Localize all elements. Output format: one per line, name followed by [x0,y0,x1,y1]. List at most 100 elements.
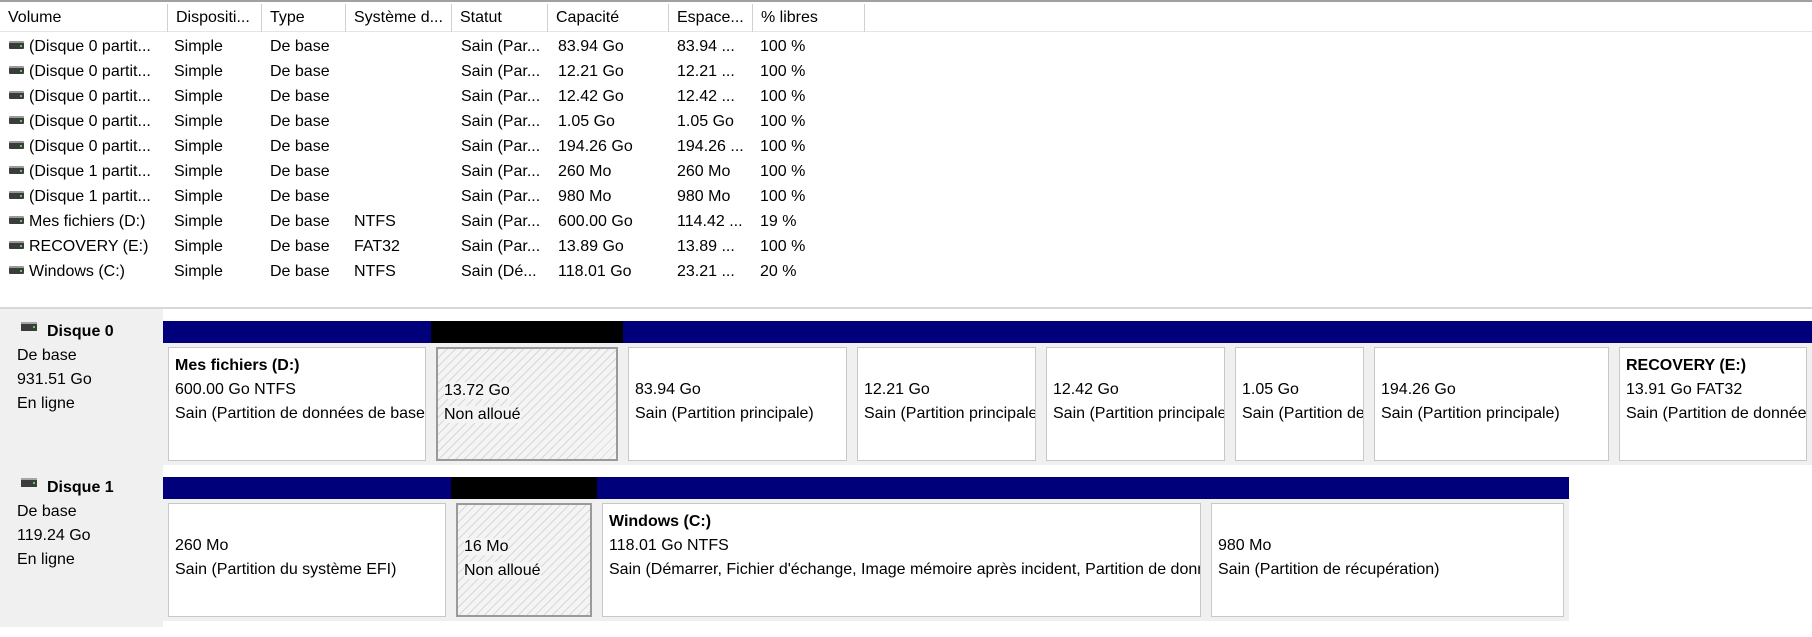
partition-details: RECOVERY (E:) 13.91 Go FAT32 Sain (Partiti… [1619,347,1807,461]
drive-icon [9,266,24,274]
cell-layout: Simple [174,63,223,80]
drive-icon [9,91,24,99]
partition-status: Non alloué [444,406,521,423]
partition-size: 13.91 Go FAT32 [1626,381,1743,398]
partition-details: 194.26 Go Sain (Partition principale) [1374,347,1609,461]
partition-size: 118.01 Go NTFS [609,537,729,554]
volume-row[interactable]: RECOVERY (E:) Simple De base FAT32 Sain (Par… [0,234,1812,259]
partition-block[interactable]: Windows (C:) 118.01 Go NTFS Sain (Démarrer… [597,477,1206,621]
disk-size: 119.24 Go [17,527,91,544]
column-header-type[interactable]: Type [262,4,346,32]
cell-layout: Simple [174,163,223,180]
partition-block[interactable]: 260 Mo Sain (Partition du système EFI) [163,477,451,621]
partition-name [635,354,846,378]
cell-filesystem: NTFS [354,263,396,280]
cell-status: Sain (Par... [461,88,541,105]
volume-row[interactable]: Windows (C:) Simple De base NTFS Sain (Dé...… [0,259,1812,284]
partition-block[interactable]: Mes fichiers (D:) 600.00 Go NTFS Sain (Par… [163,321,431,465]
volume-row[interactable]: (Disque 0 partit... Simple De base Sain (Pa… [0,59,1812,84]
disk-label-0[interactable]: Disque 0 De base 931.51 Go En ligne [0,309,163,473]
volume-row[interactable]: (Disque 0 partit... Simple De base Sain (Pa… [0,134,1812,159]
cell-capacity: 600.00 Go [558,213,633,230]
cell-volume-name: (Disque 0 partit... [29,138,151,155]
volume-row[interactable]: (Disque 0 partit... Simple De base Sain (Pa… [0,34,1812,59]
partition-block[interactable]: 83.94 Go Sain (Partition principale) [623,321,852,465]
cell-free-space: 194.26 ... [677,138,744,155]
partition-name: Windows (C:) [609,513,712,530]
disk-state: En ligne [17,395,75,412]
partition-size: 600.00 Go NTFS [175,381,296,398]
column-header-filesystem[interactable]: Système d... [346,4,452,32]
partition-header-bar [852,321,1041,343]
partition-header-bar [1206,477,1569,499]
cell-type: De base [270,88,330,105]
cell-capacity: 12.42 Go [558,88,624,105]
cell-capacity: 13.89 Go [558,238,624,255]
volume-row[interactable]: (Disque 1 partit... Simple De base Sain (Pa… [0,159,1812,184]
cell-free-space: 12.42 ... [677,88,735,105]
disk-icon [21,478,37,487]
cell-layout: Simple [174,113,223,130]
partition-status: Sain (Démarrer, Fichier d'échange, Image… [609,561,1200,578]
cell-layout: Simple [174,263,223,280]
cell-type: De base [270,113,330,130]
cell-type: De base [270,63,330,80]
partition-block[interactable]: 12.42 Go Sain (Partition principale) [1041,321,1230,465]
partition-status: Sain (Partition du système EFI) [175,561,397,578]
column-header-status[interactable]: Statut [452,4,548,32]
cell-percent-free: 19 % [760,213,797,230]
partition-block[interactable]: 12.21 Go Sain (Partition principale) [852,321,1041,465]
partition-name [175,510,445,534]
cell-percent-free: 100 % [760,138,806,155]
drive-icon [9,116,24,124]
unallocated-space[interactable]: 13.72 Go Non alloué [431,321,623,465]
cell-volume-name: Windows (C:) [29,263,126,280]
unallocated-space[interactable]: 16 Mo Non alloué [451,477,597,621]
cell-capacity: 194.26 Go [558,138,633,155]
cell-volume-name: (Disque 0 partit... [29,113,151,130]
cell-capacity: 260 Mo [558,163,612,180]
partition-block[interactable]: RECOVERY (E:) 13.91 Go FAT32 Sain (Partiti… [1614,321,1812,465]
partition-name [1053,354,1224,378]
partition-header-bar [1614,321,1812,343]
disk-label-1[interactable]: Disque 1 De base 119.24 Go En ligne [0,465,163,629]
cell-free-space: 83.94 ... [677,38,735,55]
column-header-volume[interactable]: Volume [0,4,168,32]
cell-layout: Simple [174,188,223,205]
partition-details: 12.21 Go Sain (Partition principale) [857,347,1036,461]
cell-percent-free: 100 % [760,188,806,205]
cell-filesystem: NTFS [354,213,396,230]
cell-layout: Simple [174,138,223,155]
partition-header-bar [163,321,431,343]
cell-layout: Simple [174,213,223,230]
cell-volume-name: (Disque 1 partit... [29,188,151,205]
disk-type: De base [17,347,77,364]
disk-size: 931.51 Go [17,371,92,388]
volume-row[interactable]: (Disque 0 partit... Simple De base Sain (Pa… [0,84,1812,109]
disk-icon [21,322,37,331]
volume-row[interactable]: Mes fichiers (D:) Simple De base NTFS Sain (… [0,209,1812,234]
partition-details: Windows (C:) 118.01 Go NTFS Sain (Démarrer… [602,503,1201,617]
column-header-layout[interactable]: Dispositi... [168,4,262,32]
column-header-capacity[interactable]: Capacité [548,4,669,32]
cell-percent-free: 100 % [760,38,806,55]
partition-block[interactable]: 980 Mo Sain (Partition de récupération) [1206,477,1569,621]
column-header-free-space[interactable]: Espace... [669,4,753,32]
disk-name-text: Disque 0 [47,323,114,340]
volume-row[interactable]: (Disque 1 partit... Simple De base Sain (Pa… [0,184,1812,209]
volume-row[interactable]: (Disque 0 partit... Simple De base Sain (Pa… [0,109,1812,134]
cell-layout: Simple [174,238,223,255]
partition-block[interactable]: 194.26 Go Sain (Partition principale) [1369,321,1614,465]
volume-list[interactable]: Volume Dispositi... Type Système d... St… [0,0,1812,309]
cell-percent-free: 100 % [760,63,806,80]
partition-header-bar [431,321,623,343]
partition-status: Sain (Partition de récupération) [1242,405,1364,422]
partition-block[interactable]: 1.05 Go Sain (Partition de récupération) [1230,321,1369,465]
drive-icon [9,141,24,149]
drive-icon [9,216,24,224]
partition-status: Non alloué [464,562,541,579]
partition-size: 980 Mo [1218,537,1272,554]
partition-size: 12.42 Go [1053,381,1119,398]
partition-size: 1.05 Go [1242,381,1299,398]
column-header-percent-free[interactable]: % libres [753,4,865,32]
